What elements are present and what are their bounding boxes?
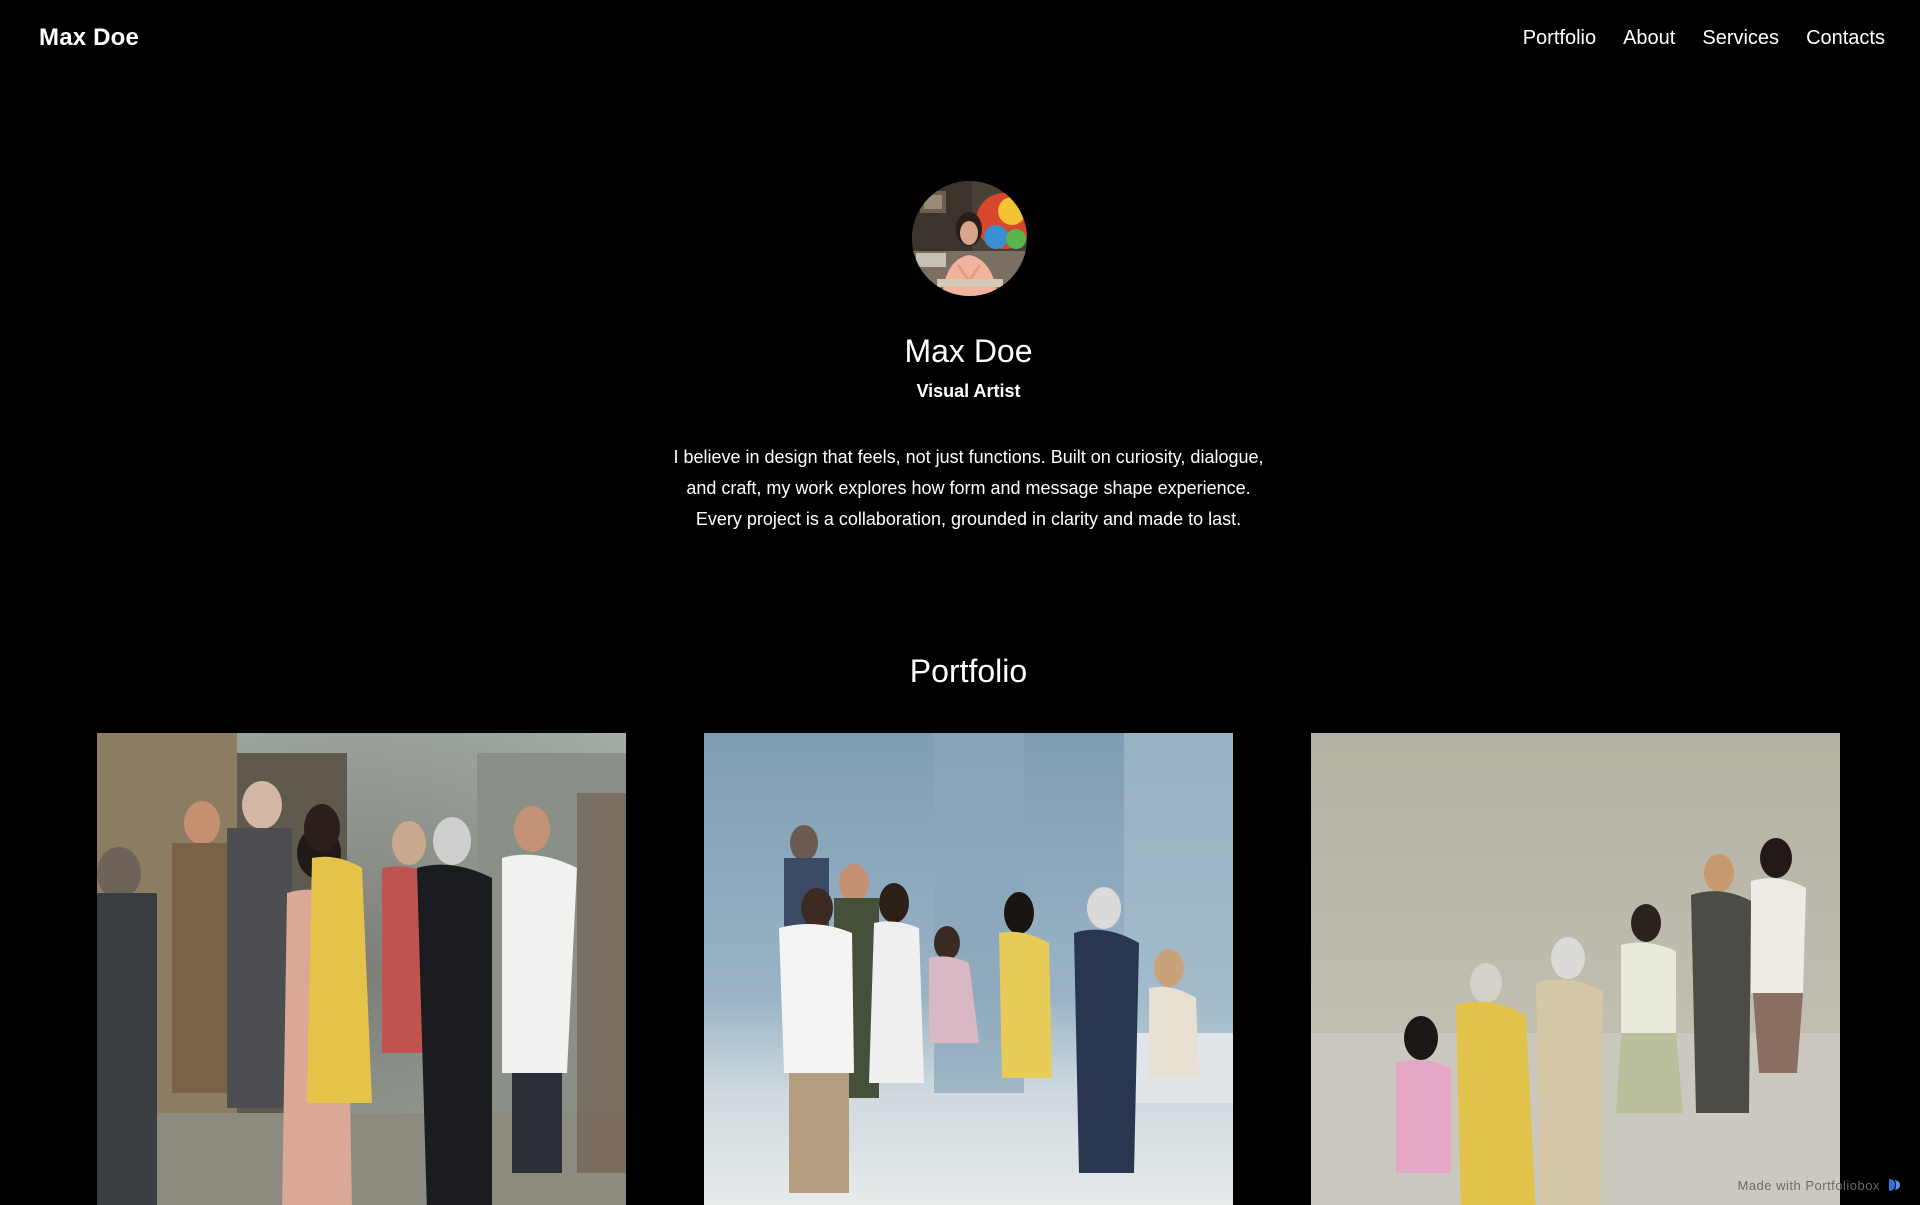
profile-bio: I believe in design that feels, not just… bbox=[640, 442, 1297, 535]
portfoliobox-logo-icon bbox=[1886, 1177, 1902, 1193]
made-with-badge[interactable]: Made with Portfoliobox bbox=[1737, 1177, 1902, 1193]
portfolio-heading: Portfolio bbox=[909, 653, 1028, 689]
profile-name: Max Doe bbox=[904, 333, 1033, 369]
bio-line: Every project is a collaboration, ground… bbox=[695, 509, 1242, 529]
profile-avatar bbox=[912, 181, 1027, 296]
main-nav: Portfolio About Services Contacts bbox=[1523, 27, 1885, 50]
nav-item-about[interactable]: About bbox=[1623, 27, 1675, 50]
bio-line: I believe in design that feels, not just… bbox=[673, 447, 1264, 467]
made-with-text: Made with Portfoliobox bbox=[1737, 1177, 1880, 1193]
nav-item-portfolio[interactable]: Portfolio bbox=[1523, 27, 1596, 50]
portfolio-item[interactable] bbox=[704, 733, 1233, 1205]
nav-item-services[interactable]: Services bbox=[1702, 27, 1779, 50]
portfolio-item[interactable] bbox=[97, 733, 626, 1205]
nav-item-contacts[interactable]: Contacts bbox=[1806, 27, 1885, 50]
site-header: Max Doe Portfolio About Services Contact… bbox=[0, 0, 1920, 78]
profile-role: Visual Artist bbox=[916, 381, 1021, 401]
bio-line: and craft, my work explores how form and… bbox=[686, 478, 1251, 498]
page: Max Doe Portfolio About Services Contact… bbox=[0, 0, 1920, 1205]
site-logo[interactable]: Max Doe bbox=[39, 24, 139, 52]
portfolio-item[interactable] bbox=[1311, 733, 1840, 1205]
